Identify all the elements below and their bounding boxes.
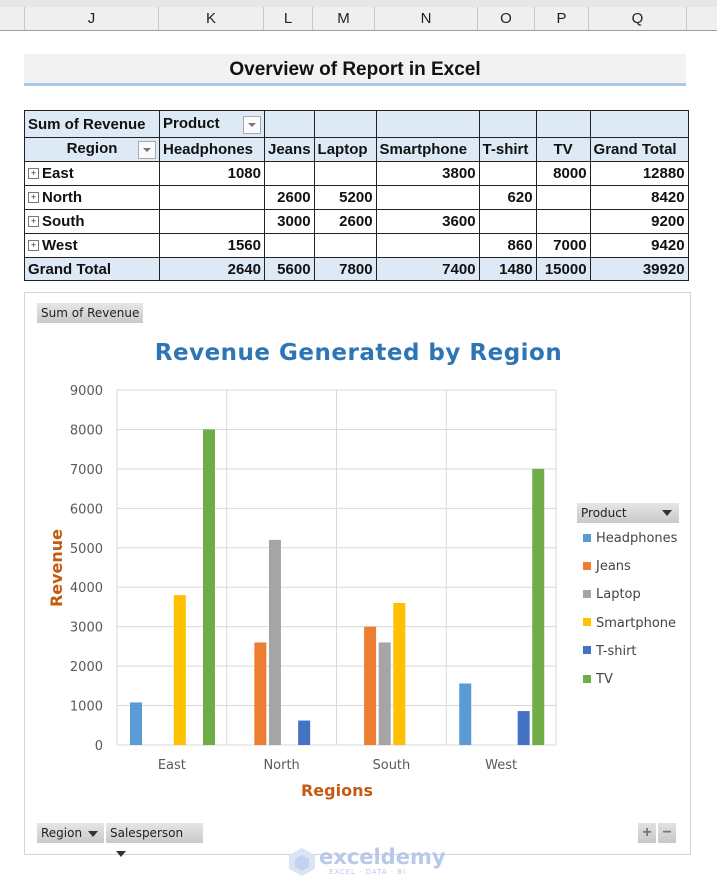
legend-field-label: Product bbox=[581, 506, 627, 520]
y-tick-label: 7000 bbox=[70, 463, 103, 478]
y-axis-title: Revenue bbox=[47, 529, 66, 607]
bar-smartphone-south bbox=[393, 603, 406, 745]
expand-field-button[interactable]: + bbox=[638, 823, 656, 843]
legend-swatch bbox=[583, 618, 591, 627]
bar-smartphone-east bbox=[173, 595, 186, 745]
y-tick-label: 6000 bbox=[70, 502, 103, 517]
x-tick-label: West bbox=[485, 758, 517, 773]
watermark-tagline: EXCEL · DATA · BI bbox=[329, 868, 407, 876]
y-tick-label: 2000 bbox=[70, 660, 103, 675]
legend-field-button[interactable]: Product bbox=[577, 503, 679, 523]
legend-label: Laptop bbox=[596, 587, 641, 603]
legend-swatch bbox=[583, 646, 591, 655]
bar-jeans-south bbox=[364, 626, 377, 745]
watermark-brand: exceldemy bbox=[319, 845, 446, 869]
legend-item-headphones[interactable]: Headphones bbox=[583, 531, 677, 547]
bar-t-shirt-west bbox=[517, 711, 530, 745]
legend-label: TV bbox=[596, 672, 613, 687]
y-tick-label: 5000 bbox=[70, 542, 103, 557]
legend-label: T-shirt bbox=[596, 643, 637, 659]
collapse-field-button[interactable]: − bbox=[658, 823, 676, 843]
legend-swatch bbox=[583, 533, 591, 542]
legend-label: Headphones bbox=[596, 531, 678, 546]
y-tick-label: 8000 bbox=[70, 423, 103, 438]
bar-laptop-south bbox=[378, 642, 391, 745]
bar-tv-east bbox=[203, 429, 215, 745]
bar-jeans-north bbox=[254, 642, 267, 745]
dropdown-arrow-icon bbox=[116, 850, 126, 857]
legend-item-tv[interactable]: TV bbox=[583, 672, 613, 688]
x-axis-title: Regions bbox=[301, 781, 373, 800]
legend-item-laptop[interactable]: Laptop bbox=[583, 587, 641, 603]
dropdown-arrow-icon bbox=[662, 510, 672, 516]
salesperson-field-label: Salesperson bbox=[110, 826, 184, 840]
x-tick-label: North bbox=[263, 758, 299, 773]
x-tick-label: South bbox=[372, 758, 410, 773]
y-tick-label: 3000 bbox=[70, 621, 103, 636]
bar-headphones-east bbox=[130, 702, 142, 745]
bar-tv-west bbox=[532, 468, 545, 745]
bar-t-shirt-north bbox=[298, 720, 311, 745]
legend-item-t-shirt[interactable]: T-shirt bbox=[583, 644, 637, 660]
region-field-label: Region bbox=[41, 826, 83, 840]
dropdown-arrow-icon bbox=[88, 830, 99, 837]
y-tick-label: 1000 bbox=[70, 700, 103, 715]
legend-item-smartphone[interactable]: Smartphone bbox=[583, 616, 676, 632]
legend-swatch bbox=[583, 674, 591, 683]
legend-label: Smartphone bbox=[596, 615, 677, 631]
y-tick-label: 4000 bbox=[70, 581, 103, 596]
y-tick-label: 9000 bbox=[70, 384, 103, 399]
bar-laptop-north bbox=[268, 539, 281, 745]
legend-swatch bbox=[583, 561, 591, 570]
chart-plot: 0 1000 2000 3000 4000 5000 6000 7000 8000 9000 Eas… bbox=[47, 384, 557, 800]
salesperson-field-button[interactable]: Salesperson bbox=[106, 823, 203, 857]
bar-headphones-west bbox=[459, 683, 472, 745]
x-tick-label: East bbox=[158, 758, 186, 773]
region-field-button[interactable]: Region bbox=[37, 823, 104, 843]
legend-item-jeans[interactable]: Jeans bbox=[583, 559, 631, 575]
legend-label: Jeans bbox=[596, 559, 631, 575]
exceldemy-logo-icon bbox=[289, 848, 315, 876]
legend-swatch bbox=[583, 589, 591, 598]
y-tick-label: 0 bbox=[95, 739, 103, 754]
